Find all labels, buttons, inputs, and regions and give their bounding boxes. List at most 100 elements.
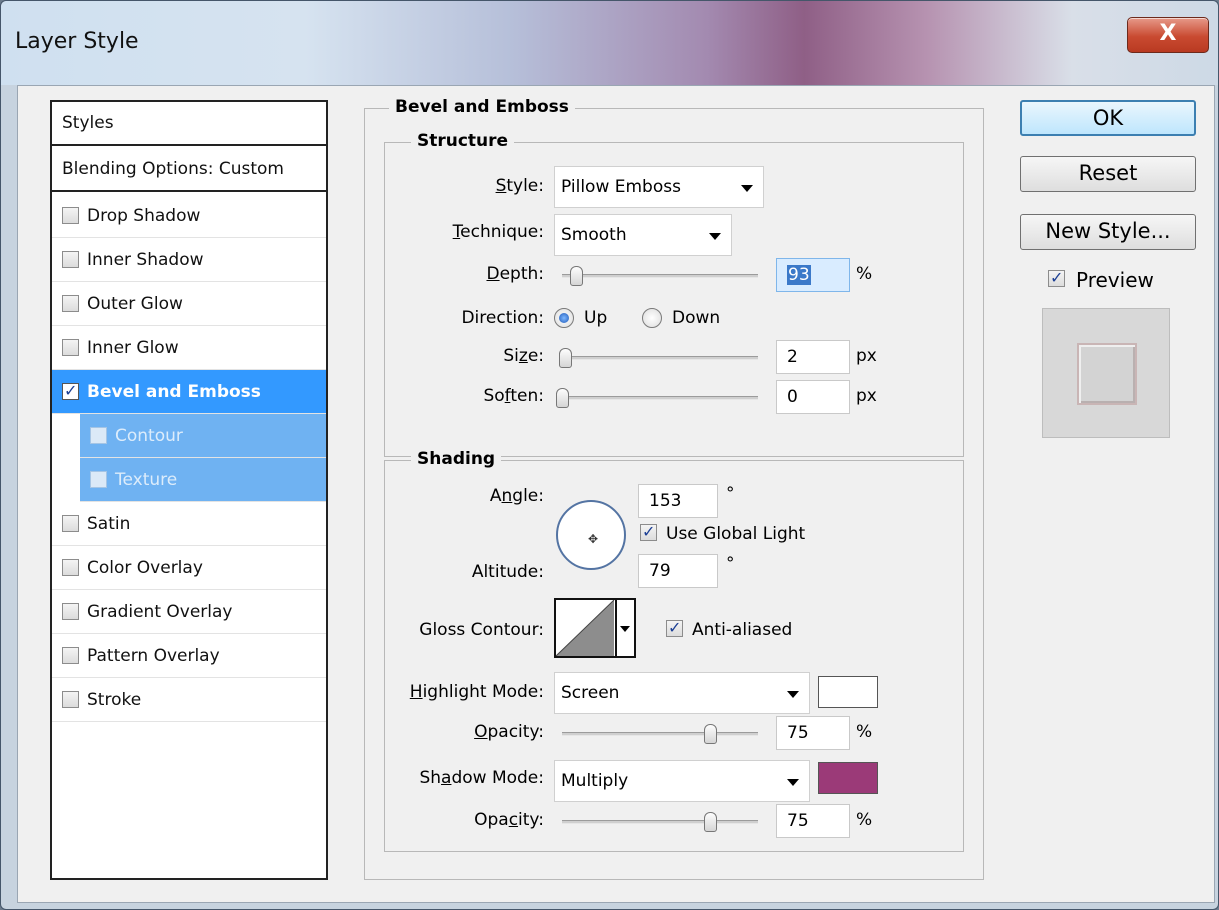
styles-header-label: Styles — [62, 113, 114, 133]
satin-checkbox[interactable] — [62, 515, 79, 532]
shadow-opacity-label: Opacity: — [474, 810, 544, 830]
blending-options-item[interactable]: Blending Options: Custom — [52, 148, 326, 192]
new-style-button[interactable]: New Style... — [1020, 214, 1196, 250]
reset-button[interactable]: Reset — [1020, 156, 1196, 192]
use-global-light-checkbox[interactable] — [640, 522, 657, 541]
style-item-stroke[interactable]: Stroke — [52, 678, 326, 722]
depth-unit: % — [856, 264, 873, 284]
size-unit: px — [856, 346, 877, 366]
soften-label: Soften: — [483, 386, 544, 406]
size-label: Size: — [503, 346, 544, 366]
structure-title: Structure — [411, 131, 515, 151]
angle-input[interactable]: 153 — [638, 484, 718, 518]
size-input[interactable]: 2 — [776, 340, 850, 374]
highlight-mode-label: Highlight Mode: — [409, 682, 544, 702]
shading-title: Shading — [411, 449, 502, 469]
styles-list: Styles Blending Options: Custom Drop Sha… — [50, 100, 328, 880]
styles-header[interactable]: Styles — [52, 102, 326, 146]
anti-aliased-checkbox[interactable] — [666, 618, 683, 637]
shadow-color-swatch[interactable] — [818, 762, 878, 794]
ok-button[interactable]: OK — [1020, 100, 1196, 136]
size-slider-thumb[interactable] — [559, 348, 572, 368]
highlight-opacity-value: 75 — [787, 723, 809, 743]
chevron-down-icon — [620, 626, 630, 632]
gradient-overlay-checkbox[interactable] — [62, 603, 79, 620]
style-item-inner-glow[interactable]: Inner Glow — [52, 326, 326, 370]
contour-checkbox[interactable] — [90, 427, 107, 444]
preview-checkbox[interactable] — [1048, 268, 1065, 287]
shadow-opacity-slider-thumb[interactable] — [704, 812, 717, 832]
style-preview — [1042, 308, 1170, 438]
style-item-label: Inner Shadow — [87, 249, 204, 270]
style-item-gradient-overlay[interactable]: Gradient Overlay — [52, 590, 326, 634]
preview-label[interactable]: Preview — [1076, 268, 1154, 292]
highlight-mode-dropdown[interactable]: Screen — [554, 672, 810, 714]
inner-shadow-checkbox[interactable] — [62, 251, 79, 268]
style-item-label: Inner Glow — [87, 337, 179, 358]
style-item-bevel-and-emboss[interactable]: Bevel and Emboss — [52, 370, 326, 414]
pattern-overlay-checkbox[interactable] — [62, 647, 79, 664]
crosshair-icon: ✥ — [588, 532, 599, 546]
style-item-texture[interactable]: Texture — [80, 458, 326, 502]
close-icon: X — [1159, 21, 1177, 46]
soften-value: 0 — [787, 387, 798, 407]
highlight-opacity-input[interactable]: 75 — [776, 716, 850, 750]
style-item-pattern-overlay[interactable]: Pattern Overlay — [52, 634, 326, 678]
direction-up-label[interactable]: Up — [584, 308, 607, 328]
technique-value: Smooth — [561, 225, 627, 245]
bevel-and-emboss-checkbox[interactable] — [62, 381, 79, 400]
shadow-mode-value: Multiply — [561, 771, 629, 791]
close-button[interactable]: X — [1127, 17, 1209, 53]
outer-glow-checkbox[interactable] — [62, 295, 79, 312]
depth-slider-thumb[interactable] — [570, 266, 583, 286]
style-item-outer-glow[interactable]: Outer Glow — [52, 282, 326, 326]
style-item-satin[interactable]: Satin — [52, 502, 326, 546]
gloss-contour-picker[interactable] — [554, 598, 636, 658]
texture-checkbox[interactable] — [90, 471, 107, 488]
highlight-opacity-slider-thumb[interactable] — [704, 724, 717, 744]
angle-dial[interactable]: ✥ — [556, 500, 626, 570]
direction-down-label[interactable]: Down — [672, 308, 720, 328]
shadow-mode-dropdown[interactable]: Multiply — [554, 760, 810, 802]
highlight-opacity-slider[interactable] — [562, 732, 758, 736]
style-item-label: Drop Shadow — [87, 205, 201, 226]
shadow-opacity-input[interactable]: 75 — [776, 804, 850, 838]
anti-aliased-label[interactable]: Anti-aliased — [692, 620, 792, 640]
style-item-inner-shadow[interactable]: Inner Shadow — [52, 238, 326, 282]
preview-swatch — [1077, 343, 1137, 405]
style-item-contour[interactable]: Contour — [80, 414, 326, 458]
direction-down-radio[interactable] — [642, 308, 662, 328]
altitude-label: Altitude: — [471, 562, 544, 582]
bevel-and-emboss-title: Bevel and Emboss — [389, 97, 575, 117]
highlight-color-swatch[interactable] — [818, 676, 878, 708]
use-global-light-label[interactable]: Use Global Light — [666, 524, 805, 544]
technique-dropdown[interactable]: Smooth — [554, 214, 732, 256]
angle-value: 153 — [649, 491, 682, 511]
soften-slider[interactable] — [562, 396, 758, 400]
highlight-opacity-unit: % — [856, 722, 873, 742]
shadow-mode-label: Shadow Mode: — [419, 768, 544, 788]
blending-options-label: Blending Options: Custom — [62, 159, 284, 179]
drop-shadow-checkbox[interactable] — [62, 207, 79, 224]
altitude-input[interactable]: 79 — [638, 554, 718, 588]
altitude-unit: ° — [726, 554, 735, 574]
style-item-color-overlay[interactable]: Color Overlay — [52, 546, 326, 590]
depth-label: Depth: — [486, 264, 544, 284]
depth-input[interactable]: 93 — [776, 258, 850, 292]
color-overlay-checkbox[interactable] — [62, 559, 79, 576]
depth-slider[interactable] — [562, 274, 758, 278]
direction-up-radio[interactable] — [554, 308, 574, 328]
highlight-opacity-label: Opacity: — [474, 722, 544, 742]
stroke-checkbox[interactable] — [62, 691, 79, 708]
soften-input[interactable]: 0 — [776, 380, 850, 414]
contour-curve-icon — [555, 599, 630, 657]
style-item-label: Gradient Overlay — [87, 601, 233, 622]
chevron-down-icon — [709, 233, 721, 240]
size-slider[interactable] — [562, 356, 758, 360]
style-dropdown[interactable]: Pillow Emboss — [554, 166, 764, 208]
soften-slider-thumb[interactable] — [556, 388, 569, 408]
style-item-drop-shadow[interactable]: Drop Shadow — [52, 194, 326, 238]
shadow-opacity-slider[interactable] — [562, 820, 758, 824]
inner-glow-checkbox[interactable] — [62, 339, 79, 356]
shadow-opacity-unit: % — [856, 810, 873, 830]
